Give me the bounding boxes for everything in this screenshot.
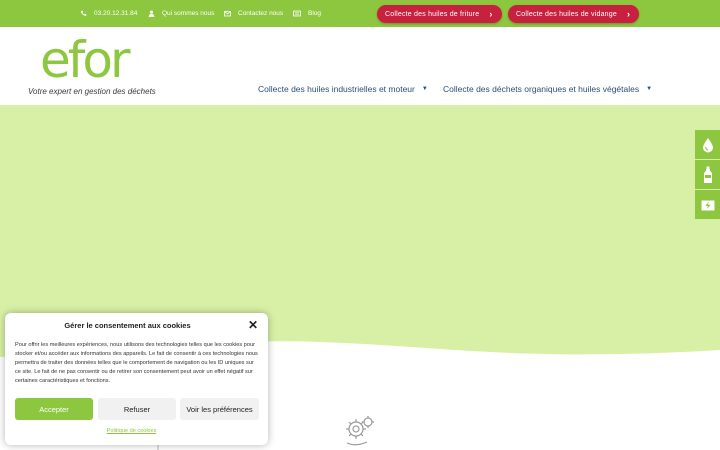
nav-item-organic-waste[interactable]: Collecte des déchets organiques et huile… <box>443 84 652 94</box>
chevron-right-icon: › <box>489 9 493 19</box>
blog-label: Blog <box>308 10 322 17</box>
about-label: Qui sommes nous <box>162 10 215 17</box>
close-icon[interactable]: ✕ <box>248 319 258 331</box>
phone-number: 03.20.12.31.84 <box>94 10 138 17</box>
refuse-cookies-button[interactable]: Refuser <box>98 398 176 420</box>
draining-oil-cta-label: Collecte des huiles de vidange <box>516 10 617 18</box>
top-bar: 03.20.12.31.84 Qui sommes nous Contactez… <box>0 0 720 27</box>
battery-icon <box>701 200 714 210</box>
about-link[interactable]: Qui sommes nous <box>148 0 214 27</box>
phone-link[interactable]: 03.20.12.31.84 <box>80 0 137 27</box>
envelope-icon <box>224 10 231 17</box>
svg-text:efor: efor <box>40 33 131 85</box>
cookie-consent-dialog: Gérer le consentement aux cookies ✕ Pour… <box>5 313 268 445</box>
tagline: Votre expert en gestion des déchets <box>28 87 156 96</box>
side-oil-drop-button[interactable] <box>695 130 720 159</box>
newspaper-icon <box>293 10 301 17</box>
contact-label: Contactez nous <box>238 10 284 17</box>
frying-oil-cta-label: Collecte des huiles de friture <box>385 10 480 18</box>
gear-cogs-icon <box>346 416 374 446</box>
nav-item-label: Collecte des huiles industrielles et mot… <box>258 84 415 94</box>
phone-icon <box>80 10 87 16</box>
frying-oil-cta-button[interactable]: Collecte des huiles de friture › <box>377 5 502 23</box>
cookie-dialog-title: Gérer le consentement aux cookies <box>64 321 191 330</box>
caret-down-icon: ▼ <box>421 86 428 92</box>
user-icon <box>148 10 155 17</box>
chevron-right-icon: › <box>626 9 631 19</box>
site-header: efor Votre expert en gestion des déchets… <box>0 27 720 105</box>
contact-link[interactable]: Contactez nous <box>224 0 283 27</box>
blog-link[interactable]: Blog <box>293 0 321 27</box>
nav-item-label: Collecte des déchets organiques et huile… <box>443 84 640 94</box>
cookie-preferences-button[interactable]: Voir les préférences <box>180 398 259 420</box>
draining-oil-cta-button[interactable]: Collecte des huiles de vidange › <box>508 5 639 23</box>
caret-down-icon: ▼ <box>646 86 653 92</box>
accept-cookies-button[interactable]: Accepter <box>15 398 93 420</box>
side-battery-button[interactable] <box>695 190 720 219</box>
side-bottle-button[interactable] <box>695 160 720 189</box>
efor-logo[interactable]: efor <box>40 33 140 85</box>
oil-drop-icon <box>702 137 713 152</box>
bottle-icon <box>703 166 712 183</box>
cookie-dialog-text: Pour offrir les meilleures expériences, … <box>15 342 258 384</box>
nav-item-industrial-oils[interactable]: Collecte des huiles industrielles et mot… <box>258 84 428 94</box>
cookie-policy-link[interactable]: Politique de cookies <box>5 428 258 434</box>
